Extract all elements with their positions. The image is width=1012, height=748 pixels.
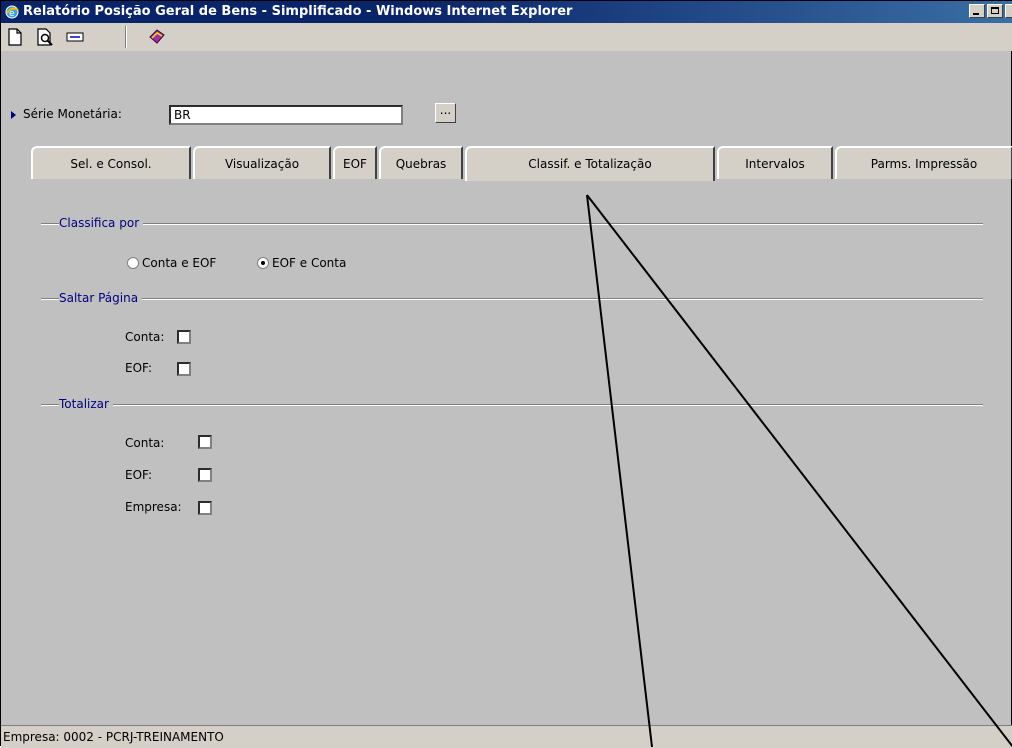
serie-monetaria-input[interactable]: BR <box>169 105 403 125</box>
minimize-button[interactable] <box>969 4 985 18</box>
tab-eof[interactable]: EOF <box>333 146 377 179</box>
saltar-conta-label: Conta: <box>125 330 165 344</box>
tab-quebras[interactable]: Quebras <box>379 146 463 179</box>
serie-monetaria-label: Série Monetária: <box>23 107 122 121</box>
radio-conta-eof[interactable] <box>127 257 139 269</box>
totalizar-empresa-checkbox[interactable] <box>198 501 212 515</box>
totalizar-eof-label: EOF: <box>125 468 153 482</box>
expand-arrow-icon[interactable] <box>11 111 16 119</box>
radio-conta-eof-label: Conta e EOF <box>142 256 217 270</box>
window-title: Relatório Posição Geral de Bens - Simpli… <box>23 4 573 19</box>
classifica-group-line <box>41 223 983 225</box>
maximize-button[interactable] <box>987 4 1003 18</box>
totalizar-conta-label: Conta: <box>125 436 165 450</box>
totalizar-group-line <box>41 404 983 406</box>
toolbar <box>1 23 1012 51</box>
serie-lookup-button[interactable]: ... <box>435 103 456 123</box>
saltar-conta-checkbox[interactable] <box>177 330 191 344</box>
saltar-group-label: Saltar Página <box>59 291 143 305</box>
internet-explorer-icon: e <box>5 5 19 19</box>
status-text: Empresa: 0002 - PCRJ-TREINAMENTO <box>3 730 224 744</box>
book-icon[interactable] <box>147 27 167 47</box>
toolbar-separator <box>125 26 127 48</box>
svg-text:e: e <box>9 9 15 19</box>
keyboard-icon[interactable] <box>65 27 85 47</box>
classifica-group-label: Classifica por <box>59 216 144 230</box>
totalizar-group-label: Totalizar <box>59 397 113 411</box>
tab-intervalos[interactable]: Intervalos <box>717 146 833 179</box>
annotation-lines <box>586 194 1012 747</box>
totalizar-empresa-label: Empresa: <box>125 500 182 514</box>
ie-window: e Relatório Posição Geral de Bens - Simp… <box>0 0 1012 748</box>
status-bar: Empresa: 0002 - PCRJ-TREINAMENTO <box>1 725 1012 748</box>
radio-eof-conta[interactable] <box>257 257 269 269</box>
tab-parms-impressao[interactable]: Parms. Impressão <box>835 146 1012 179</box>
saltar-eof-checkbox[interactable] <box>177 362 191 376</box>
close-button[interactable] <box>1005 4 1012 18</box>
tab-sel-consol[interactable]: Sel. e Consol. <box>31 146 191 179</box>
totalizar-eof-checkbox[interactable] <box>198 468 212 482</box>
new-document-icon[interactable] <box>5 27 25 47</box>
saltar-eof-label: EOF: <box>125 361 153 375</box>
tab-classif-totalizacao[interactable]: Classif. e Totalização <box>465 146 715 181</box>
saltar-group-line <box>41 298 983 300</box>
tab-visualizacao[interactable]: Visualização <box>193 146 331 179</box>
totalizar-conta-checkbox[interactable] <box>198 435 212 449</box>
title-bar[interactable]: e Relatório Posição Geral de Bens - Simp… <box>1 1 1012 23</box>
radio-eof-conta-label: EOF e Conta <box>272 256 347 270</box>
print-preview-icon[interactable] <box>35 27 55 47</box>
tab-strip: Sel. e Consol. Visualização EOF Quebras … <box>31 146 1012 181</box>
